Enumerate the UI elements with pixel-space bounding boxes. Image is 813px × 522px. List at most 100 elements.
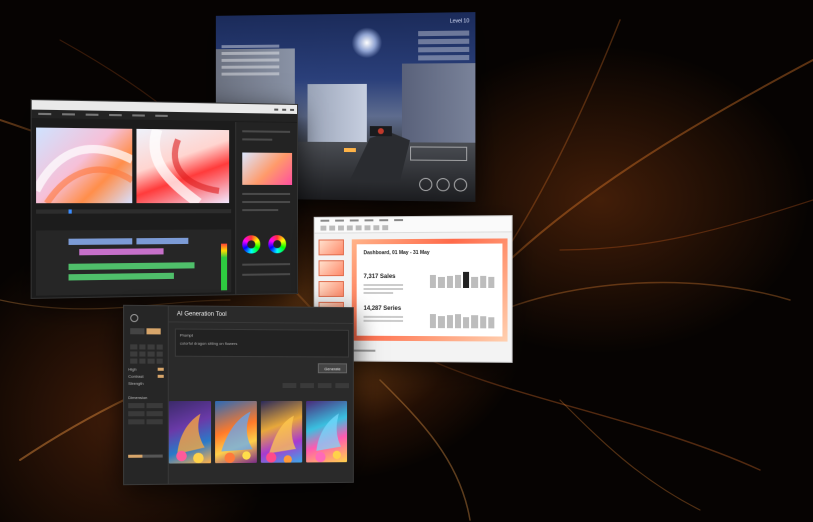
generated-dragon-image[interactable] (168, 401, 212, 464)
tool-button[interactable] (320, 225, 327, 231)
tool-button[interactable] (338, 225, 344, 231)
generated-dragon-image[interactable] (260, 400, 303, 463)
tool-header: AI Generation Tool (168, 306, 353, 324)
ratio-option[interactable] (130, 344, 137, 350)
video-clip[interactable] (136, 237, 189, 245)
strength-slider[interactable] (128, 454, 163, 458)
option-toggle[interactable] (157, 374, 164, 378)
clip-thumbnail[interactable] (242, 152, 293, 185)
toolbar-button[interactable] (282, 383, 297, 389)
generate-button[interactable]: Generate (317, 363, 348, 374)
sales-stat: 7,317 Sales (363, 274, 396, 281)
ribbon-tab[interactable] (364, 219, 374, 222)
color-wheel[interactable] (268, 235, 287, 254)
ratio-option[interactable] (138, 351, 146, 357)
mode-toggle-off[interactable] (130, 328, 145, 335)
reload-button[interactable] (453, 178, 468, 192)
ai-generation-window[interactable]: High Contrast Strength Dimension AI Gene… (123, 304, 354, 486)
size-button[interactable] (146, 419, 163, 425)
maximize-icon[interactable] (282, 108, 287, 111)
video-editor-window[interactable] (30, 99, 299, 299)
playhead-bar[interactable] (36, 209, 232, 214)
program-monitor[interactable] (136, 128, 230, 204)
audio-clip[interactable] (68, 272, 174, 281)
ratio-option[interactable] (138, 344, 146, 350)
ratio-option[interactable] (130, 351, 137, 357)
slide-bar (479, 275, 486, 288)
generated-dragon-image[interactable] (215, 400, 257, 464)
menu-item[interactable] (132, 114, 145, 117)
slide-canvas[interactable]: Dashboard, 01 May - 31 May 7,317 Sales 1… (351, 238, 508, 342)
option-label: Strength (128, 380, 144, 386)
size-button[interactable] (146, 403, 163, 409)
menu-item[interactable] (109, 113, 122, 117)
toolbar-button[interactable] (317, 383, 332, 389)
panel-line (242, 130, 291, 133)
toolbar-button[interactable] (335, 383, 349, 389)
ratio-option[interactable] (156, 351, 163, 357)
menu-item[interactable] (62, 113, 75, 116)
slide-thumbnail[interactable] (318, 281, 344, 297)
dragon-shape (220, 411, 254, 463)
video-clip[interactable] (68, 238, 133, 245)
ribbon-tab[interactable] (349, 219, 359, 222)
slide-bar (438, 316, 445, 329)
hud-level: Level 10 (449, 18, 470, 25)
color-wheel[interactable] (242, 235, 261, 254)
playhead[interactable] (68, 209, 72, 214)
prompt-input[interactable]: colorful dragon sitting on flowers (180, 341, 344, 347)
ratio-option[interactable] (147, 358, 155, 364)
ribbon-tab[interactable] (394, 219, 404, 222)
prompt-label: Prompt (179, 332, 193, 338)
menu-item[interactable] (38, 112, 52, 116)
timeline-panel[interactable] (36, 229, 232, 296)
ratio-option[interactable] (138, 358, 146, 364)
tool-button[interactable] (346, 225, 353, 231)
aspect-ratio-grid (130, 344, 163, 364)
tool-button[interactable] (355, 225, 362, 231)
size-button[interactable] (128, 411, 145, 417)
generated-dragon-image[interactable] (306, 400, 348, 463)
series-bars (429, 304, 495, 329)
option-label: Contrast (128, 373, 144, 379)
sky-light (351, 27, 382, 58)
size-button[interactable] (128, 419, 145, 425)
slide-bar (471, 314, 478, 329)
ratio-option[interactable] (156, 344, 163, 350)
ratio-option[interactable] (147, 351, 155, 357)
ribbon-tab[interactable] (320, 219, 330, 222)
tool-button[interactable] (364, 225, 371, 231)
dragon-shape (266, 415, 297, 463)
source-monitor[interactable] (36, 127, 133, 204)
menu-item[interactable] (155, 114, 168, 117)
ratio-option[interactable] (130, 358, 137, 364)
ratio-option[interactable] (156, 358, 163, 364)
size-button[interactable] (146, 411, 163, 417)
stat-description (363, 315, 404, 324)
tool-button[interactable] (382, 225, 389, 231)
ribbon-tab[interactable] (379, 219, 389, 222)
mode-toggle-on[interactable] (146, 328, 161, 335)
ratio-option[interactable] (147, 344, 155, 350)
slide-bar (429, 313, 437, 329)
ribbon-tab[interactable] (335, 219, 344, 222)
tool-button[interactable] (329, 225, 336, 231)
audio-clip[interactable] (68, 262, 195, 271)
toolbar-button[interactable] (300, 383, 314, 389)
stat-description (363, 284, 404, 296)
jump-button[interactable] (419, 177, 433, 192)
prompt-box[interactable]: Prompt colorful dragon sitting on flower… (174, 328, 349, 358)
tool-button[interactable] (373, 225, 380, 231)
slide-bar (488, 277, 495, 288)
menu-item[interactable] (85, 113, 99, 116)
title-clip[interactable] (79, 248, 164, 256)
crouch-button[interactable] (436, 178, 450, 192)
slide-thumbnail[interactable] (318, 260, 344, 277)
settings-sidebar: High Contrast Strength Dimension (124, 305, 169, 485)
option-toggle[interactable] (157, 367, 164, 371)
close-icon[interactable] (290, 108, 295, 111)
slide-bar (438, 277, 445, 288)
minimize-icon[interactable] (274, 108, 279, 111)
size-button[interactable] (128, 403, 145, 409)
slide-thumbnail[interactable] (318, 239, 344, 256)
